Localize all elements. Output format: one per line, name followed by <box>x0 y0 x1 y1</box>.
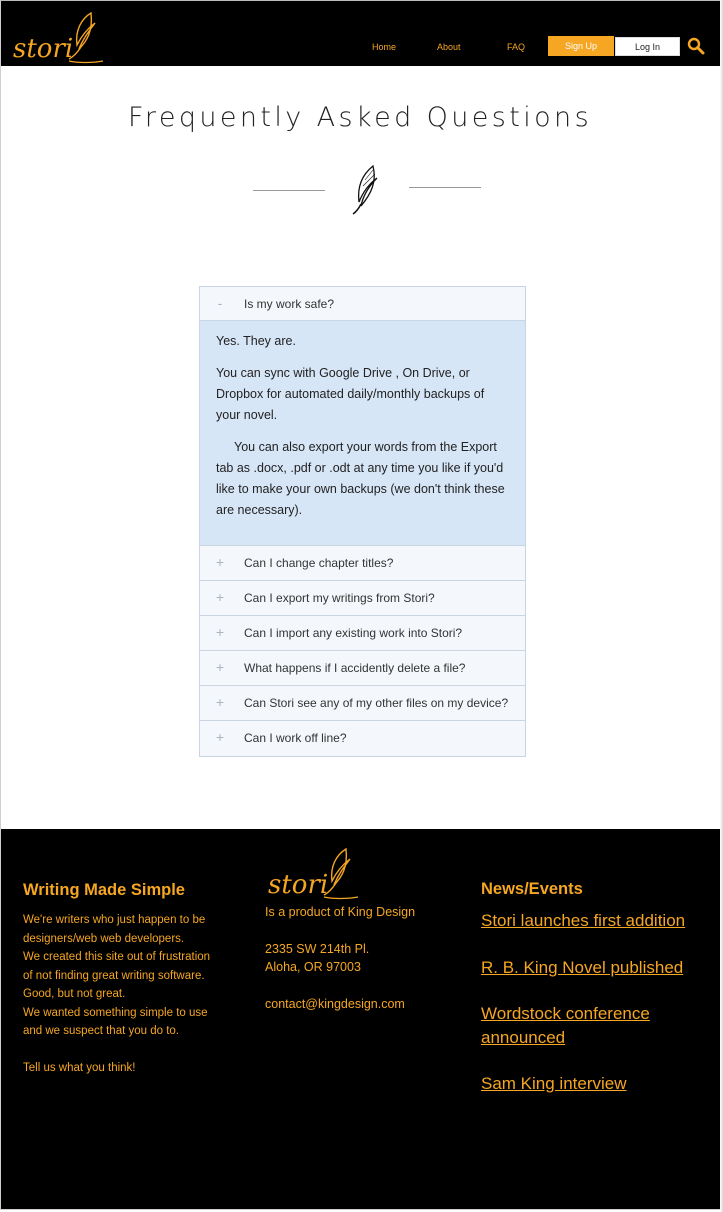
faq-answer-work-safe: Yes. They are. You can sync with Google … <box>200 321 525 546</box>
footer-news-heading: News/Events <box>481 880 583 898</box>
footer-address-line1: 2335 SW 214th Pl. <box>265 942 370 956</box>
site-footer: Writing Made Simple We're writers who ju… <box>1 829 720 1209</box>
nav-about-link[interactable]: About <box>437 42 461 52</box>
faq-question-text: Can Stori see any of my other files on m… <box>244 696 509 710</box>
faq-question-text: What happens if I accidently delete a fi… <box>244 661 466 675</box>
footer-about-line: Tell us what you think! <box>23 1062 136 1074</box>
nav-home-link[interactable]: Home <box>372 42 396 52</box>
faq-question-chapter-titles[interactable]: + Can I change chapter titles? <box>200 546 525 581</box>
faq-question-text: Is my work safe? <box>244 297 335 311</box>
log-in-button[interactable]: Log In <box>615 37 680 56</box>
footer-about-heading: Writing Made Simple <box>23 881 185 899</box>
search-icon[interactable] <box>687 37 705 55</box>
footer-about-line: We wanted something simple to use and we… <box>23 1006 208 1038</box>
faq-question-import[interactable]: + Can I import any existing work into St… <box>200 616 525 651</box>
footer-email-link[interactable]: contact@kingdesign.com <box>265 995 405 1014</box>
expand-icon[interactable]: + <box>214 555 226 569</box>
sign-up-button[interactable]: Sign Up <box>548 36 614 56</box>
news-link-novel-published[interactable]: R. B. King Novel published <box>481 956 706 980</box>
faq-question-other-files[interactable]: + Can Stori see any of my other files on… <box>200 686 525 721</box>
title-divider-right <box>409 187 481 188</box>
footer-about-line: We're writers who just happen to be desi… <box>23 914 206 945</box>
answer-paragraph: Yes. They are. <box>216 334 296 348</box>
faq-question-delete-file[interactable]: + What happens if I accidently delete a … <box>200 651 525 686</box>
faq-question-work-safe[interactable]: - Is my work safe? <box>200 287 525 321</box>
faq-question-text: Can I change chapter titles? <box>244 556 394 570</box>
faq-question-text: Can I work off line? <box>244 731 347 745</box>
news-link-stori-launch[interactable]: Stori launches first addition <box>481 909 706 933</box>
footer-about-text: We're writers who just happen to be desi… <box>23 911 218 1078</box>
answer-paragraph: You can sync with Google Drive , On Driv… <box>216 366 485 422</box>
expand-icon[interactable]: + <box>214 695 226 709</box>
news-link-wordstock[interactable]: Wordstock conference announced <box>481 1002 706 1050</box>
faq-question-text: Can I import any existing work into Stor… <box>244 626 463 640</box>
footer-about-line: We created this site out of frustration … <box>23 951 211 1000</box>
footer-stori-logo: stori <box>268 847 359 900</box>
stori-logo[interactable]: stori <box>11 7 106 65</box>
nav-faq-link[interactable]: FAQ <box>507 42 525 52</box>
title-divider-left <box>253 190 325 191</box>
faq-accordion: - Is my work safe? Yes. They are. You ca… <box>199 286 526 757</box>
faq-question-export[interactable]: + Can I export my writings from Stori? <box>200 581 525 616</box>
expand-icon[interactable]: + <box>214 625 226 639</box>
news-link-sam-king[interactable]: Sam King interview <box>481 1072 706 1096</box>
footer-tagline: Is a product of King Design <box>265 905 416 919</box>
svg-text:stori: stori <box>13 34 73 64</box>
page-title: Frequently Asked Questions <box>127 102 593 133</box>
expand-icon[interactable]: + <box>214 660 226 674</box>
site-header: stori Home About FAQ Sign Up Log In <box>1 1 720 66</box>
expand-icon[interactable]: + <box>214 730 226 744</box>
answer-paragraph: You can also export your words from the … <box>216 440 505 517</box>
faq-question-offline[interactable]: + Can I work off line? <box>200 721 525 756</box>
footer-address-line2: Aloha, OR 97003 <box>265 960 361 974</box>
svg-text:stori: stori <box>268 870 328 900</box>
expand-icon[interactable]: + <box>214 590 226 604</box>
quill-icon <box>352 164 378 215</box>
collapse-icon[interactable]: - <box>214 296 226 310</box>
faq-question-text: Can I export my writings from Stori? <box>244 591 435 605</box>
